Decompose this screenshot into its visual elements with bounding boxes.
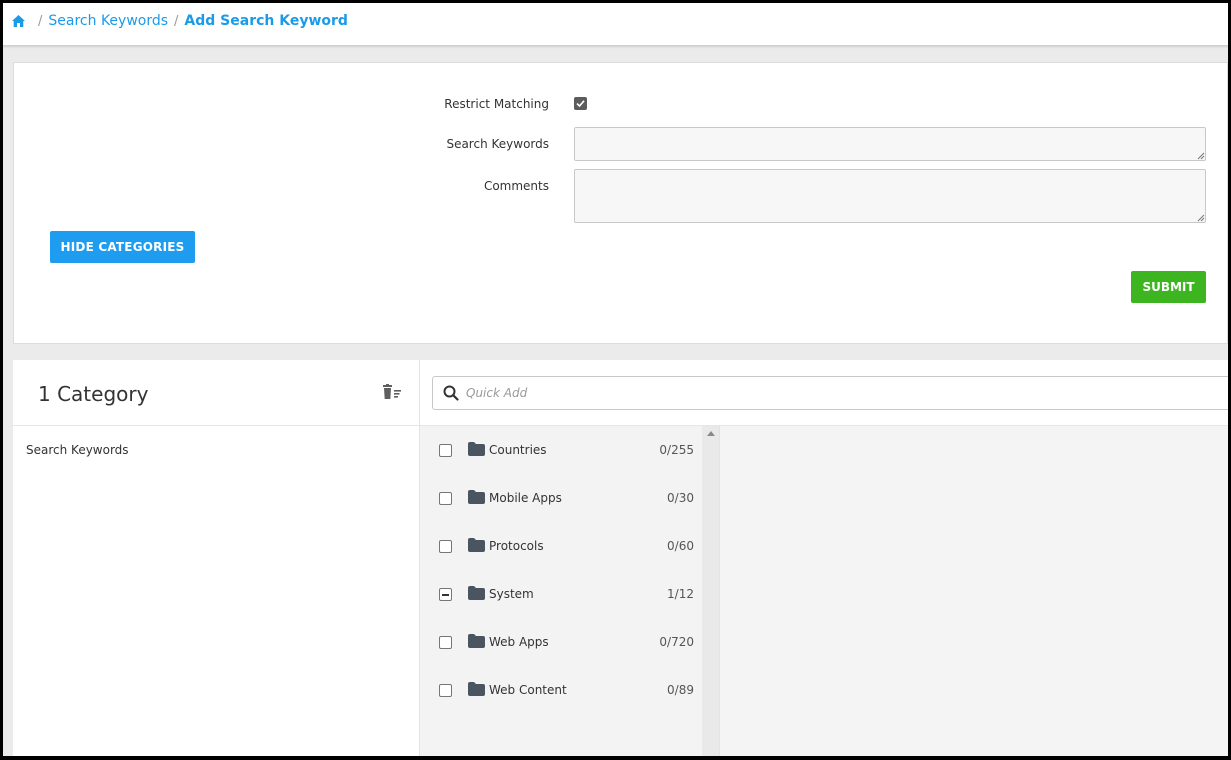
submit-button[interactable]: SUBMIT (1131, 271, 1206, 303)
tree-item-web-apps[interactable]: Web Apps 0/720 (420, 618, 702, 666)
selected-categories-panel: 1 Category Search Keywords (13, 360, 420, 756)
category-details-pane (719, 426, 1228, 756)
tree-item-label: Countries (489, 443, 547, 457)
selected-categories-header: 1 Category (13, 360, 419, 426)
tree-item-count: 1/12 (667, 587, 694, 601)
folder-icon (468, 586, 485, 600)
comments-input[interactable] (574, 169, 1206, 223)
tree-item-mobile-apps[interactable]: Mobile Apps 0/30 (420, 474, 702, 522)
tree-item-count: 0/30 (667, 491, 694, 505)
tree-item-label: Web Apps (489, 635, 549, 649)
resize-grip-icon[interactable] (1197, 152, 1205, 160)
tree-item-label: Protocols (489, 539, 544, 553)
quick-add-field[interactable] (432, 376, 1228, 410)
restrict-matching-checkbox[interactable] (574, 97, 587, 110)
page-title: Add Search Keyword (184, 13, 348, 29)
breadcrumb-separator: / (38, 13, 43, 29)
selected-category-item: Search Keywords (26, 443, 129, 457)
breadcrumb-search-keywords-link[interactable]: Search Keywords (48, 13, 168, 29)
tree-item-countries[interactable]: Countries 0/255 (420, 426, 702, 474)
tree-checkbox[interactable] (439, 636, 452, 649)
tree-item-count: 0/255 (659, 443, 694, 457)
folder-icon (468, 538, 485, 552)
tree-item-label: System (489, 587, 534, 601)
tree-checkbox[interactable] (439, 444, 452, 457)
tree-item-count: 0/60 (667, 539, 694, 553)
comments-label: Comments (483, 179, 549, 193)
tree-item-count: 0/720 (659, 635, 694, 649)
quick-add-input[interactable] (466, 383, 1206, 403)
breadcrumb-separator: / (174, 13, 179, 29)
tree-checkbox[interactable] (439, 684, 452, 697)
tree-checkbox[interactable] (439, 492, 452, 505)
search-keywords-input[interactable] (574, 127, 1206, 161)
tree-item-protocols[interactable]: Protocols 0/60 (420, 522, 702, 570)
breadcrumb: / Search Keywords / Add Search Keyword (11, 13, 348, 29)
folder-icon (468, 682, 485, 696)
restrict-matching-label: Restrict Matching (444, 97, 549, 111)
hide-categories-button[interactable]: HIDE CATEGORIES (50, 231, 195, 263)
tree-item-label: Mobile Apps (489, 491, 562, 505)
tree-item-label: Web Content (489, 683, 567, 697)
quick-add-bar (420, 360, 1228, 426)
tree-checkbox[interactable] (439, 540, 452, 553)
folder-icon (468, 490, 485, 504)
resize-grip-icon[interactable] (1197, 214, 1205, 222)
category-browser: Countries 0/255 Mobile Apps 0/30 Protoco… (420, 360, 1228, 756)
tree-item-web-content[interactable]: Web Content 0/89 (420, 666, 702, 714)
tree-checkbox-partial[interactable] (439, 588, 452, 601)
search-keywords-label: Search Keywords (446, 137, 549, 151)
home-icon[interactable] (11, 14, 26, 28)
tree-scrollbar[interactable] (702, 426, 719, 756)
tree-item-count: 0/89 (667, 683, 694, 697)
tree-item-system[interactable]: System 1/12 (420, 570, 702, 618)
search-icon (443, 385, 459, 401)
keyword-form-panel: Restrict Matching Search Keywords Commen… (13, 62, 1228, 344)
page-header: / Search Keywords / Add Search Keyword (3, 3, 1228, 46)
clear-categories-icon[interactable] (382, 384, 402, 400)
scroll-up-icon[interactable] (707, 431, 715, 436)
category-tree: Countries 0/255 Mobile Apps 0/30 Protoco… (420, 426, 702, 756)
folder-icon (468, 634, 485, 648)
folder-icon (468, 442, 485, 456)
category-count: 1 Category (38, 382, 149, 406)
